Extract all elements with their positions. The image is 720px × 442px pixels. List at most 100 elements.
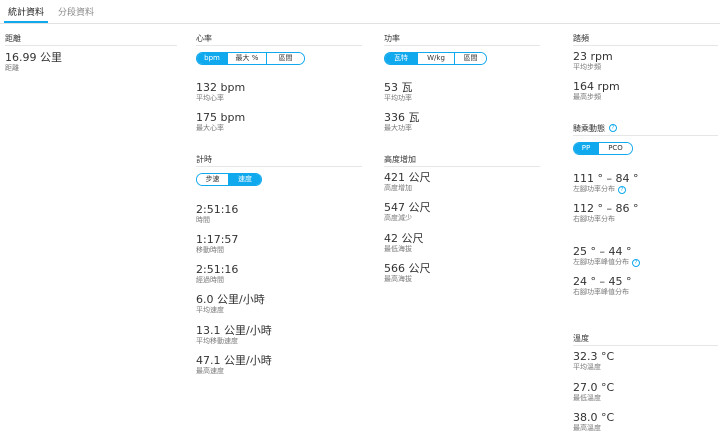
info-icon[interactable]: ?	[609, 124, 617, 132]
timing-item: 1:17:57 移動時間	[196, 233, 238, 255]
elevation-label: 最高海拔	[384, 275, 412, 283]
elevation-item: 421 公尺 高度增加	[384, 171, 431, 193]
dynamics-item: 25 ° – 44 ° 左腳功率峰值分布 ?	[573, 245, 640, 267]
elevation-label: 高度增加	[384, 184, 412, 192]
toggle-max-percent[interactable]: 最大 %	[228, 53, 267, 64]
temperature-value: 38.0 °C	[573, 411, 615, 424]
toggle-watts[interactable]: 瓦特	[385, 53, 418, 64]
max-power: 336 瓦 最大功率	[384, 111, 420, 133]
cadence-title: 踏頻	[573, 34, 718, 46]
distance-title: 距離	[5, 34, 177, 46]
pp-pco-toggle: PP PCO	[573, 142, 633, 155]
max-power-label: 最大功率	[384, 124, 412, 132]
temperature-value: 27.0 °C	[573, 381, 615, 394]
timing-label: 平均速度	[196, 306, 224, 314]
timing-section: 計時 步速 速度	[196, 155, 362, 203]
timing-value: 6.0 公里/小時	[196, 293, 265, 306]
timing-value: 2:51:16	[196, 263, 239, 276]
toggle-pp[interactable]: PP	[574, 143, 599, 154]
dynamics-label-text: 左腳功率峰值分布	[573, 258, 629, 266]
max-cadence-label: 最高步頻	[573, 93, 601, 101]
timing-value: 13.1 公里/小時	[196, 324, 272, 337]
timing-item: 2:51:16 經過時間	[196, 263, 238, 285]
elevation-value: 42 公尺	[384, 232, 424, 245]
distance-value: 16.99 公里	[5, 51, 62, 64]
timing-label: 經過時間	[196, 276, 224, 284]
toggle-power-zones[interactable]: 區間	[455, 53, 486, 64]
avg-power: 53 瓦 平均功率	[384, 81, 413, 103]
temperature-title: 溫度	[573, 334, 718, 346]
dynamics-label: 右腳功率峰值分布	[573, 288, 629, 296]
temperature-item: 27.0 °C 最低溫度	[573, 381, 614, 403]
elevation-item: 547 公尺 高度減少	[384, 201, 431, 223]
dynamics-label: 右腳功率分布	[573, 215, 615, 223]
max-cadence-value: 164 rpm	[573, 80, 620, 93]
power-unit-toggle: 瓦特 W/kg 區間	[384, 52, 487, 65]
timing-title: 計時	[196, 155, 362, 167]
timing-value: 1:17:57	[196, 233, 239, 246]
avg-heart-rate-label: 平均心率	[196, 94, 224, 102]
timing-label: 時間	[196, 216, 210, 224]
timing-label: 平均移動速度	[196, 337, 238, 345]
dynamics-label: 左腳功率峰值分布 ?	[573, 258, 640, 267]
timing-label: 最高速度	[196, 367, 224, 375]
toggle-pace[interactable]: 步速	[197, 174, 229, 185]
elevation-value: 566 公尺	[384, 262, 431, 275]
info-icon[interactable]: ?	[618, 185, 626, 194]
info-icon[interactable]: ?	[632, 258, 640, 267]
avg-cadence-value: 23 rpm	[573, 50, 613, 63]
temperature-value: 32.3 °C	[573, 350, 615, 363]
max-heart-rate-label: 最大心率	[196, 124, 224, 132]
avg-cadence: 23 rpm 平均步頻	[573, 50, 613, 72]
max-power-value: 336 瓦	[384, 111, 420, 124]
temperature-label: 最低溫度	[573, 394, 601, 402]
temperature-item: 32.3 °C 平均溫度	[573, 350, 614, 372]
active-tab-indicator	[4, 21, 48, 23]
avg-heart-rate-value: 132 bpm	[196, 81, 246, 94]
dynamics-title: 騎乘動態 ?	[573, 124, 718, 136]
tab-laps[interactable]: 分段資料	[58, 5, 94, 18]
avg-cadence-label: 平均步頻	[573, 63, 601, 71]
pace-speed-toggle: 步速 速度	[196, 173, 262, 186]
avg-power-label: 平均功率	[384, 94, 412, 102]
timing-label: 移動時間	[196, 246, 224, 254]
heart-rate-title: 心率	[196, 34, 362, 46]
temperature-item: 38.0 °C 最高溫度	[573, 411, 614, 433]
timing-item: 47.1 公里/小時 最高速度	[196, 354, 272, 376]
max-heart-rate-value: 175 bpm	[196, 111, 246, 124]
elevation-label: 最低海拔	[384, 245, 412, 253]
dynamics-value: 111 ° – 84 °	[573, 172, 639, 185]
dynamics-label-text: 左腳功率分布	[573, 185, 615, 193]
elevation-label: 高度減少	[384, 214, 412, 222]
heart-rate-section: 心率 bpm 最大 % 區間 132 bpm 平均心率 175 bpm 最大心率…	[196, 34, 362, 434]
heart-rate-unit-toggle: bpm 最大 % 區間	[196, 52, 305, 65]
power-title: 功率	[384, 34, 540, 46]
elevation-value: 547 公尺	[384, 201, 431, 214]
timing-item: 13.1 公里/小時 平均移動速度	[196, 324, 272, 346]
dynamics-label: 左腳功率分布 ?	[573, 185, 638, 194]
avg-heart-rate: 132 bpm 平均心率	[196, 81, 245, 103]
avg-power-value: 53 瓦	[384, 81, 413, 94]
max-heart-rate: 175 bpm 最大心率	[196, 111, 245, 133]
power-section: 功率 瓦特 W/kg 區間 53 瓦 平均功率 336 瓦 最大功率 高度增加 …	[384, 34, 540, 434]
toggle-pco[interactable]: PCO	[599, 143, 632, 154]
elevation-item: 566 公尺 最高海拔	[384, 262, 431, 284]
dynamics-item: 111 ° – 84 ° 左腳功率分布 ?	[573, 172, 638, 194]
toggle-bpm[interactable]: bpm	[197, 53, 228, 64]
dynamics-title-text: 騎乘動態	[573, 123, 605, 133]
tab-statistics[interactable]: 統計資料	[8, 5, 44, 18]
toggle-hr-zones[interactable]: 區間	[267, 53, 304, 64]
distance-section: 距離 16.99 公里 距離	[5, 34, 177, 73]
distance-label: 距離	[5, 64, 19, 72]
dynamics-value: 24 ° – 45 °	[573, 275, 632, 288]
elevation-item: 42 公尺 最低海拔	[384, 232, 424, 254]
toggle-wkg[interactable]: W/kg	[418, 53, 455, 64]
cycling-dynamics-section: 騎乘動態 ? PP PCO	[573, 124, 718, 172]
dynamics-value: 112 ° – 86 °	[573, 202, 639, 215]
temperature-label: 平均溫度	[573, 363, 601, 371]
toggle-speed[interactable]: 速度	[229, 174, 261, 185]
temperature-label: 最高溫度	[573, 424, 601, 432]
max-cadence: 164 rpm 最高步頻	[573, 80, 620, 102]
timing-item: 6.0 公里/小時 平均速度	[196, 293, 265, 315]
timing-value: 47.1 公里/小時	[196, 354, 272, 367]
